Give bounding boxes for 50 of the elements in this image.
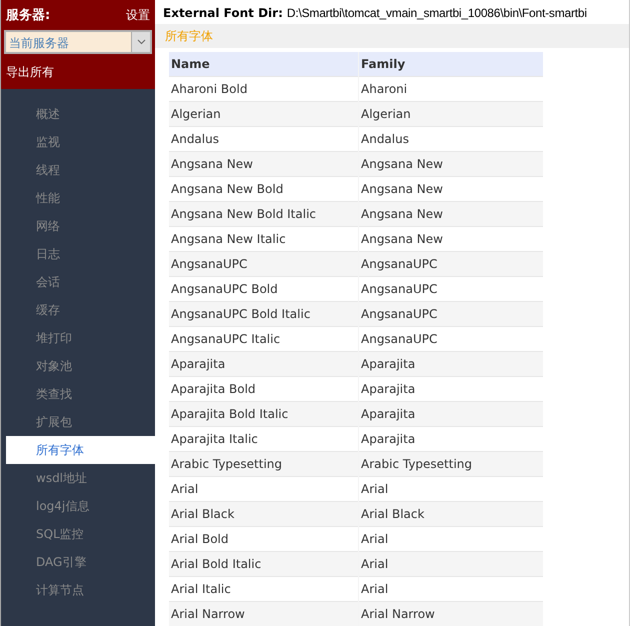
nav-item[interactable]: DAG引擎	[6, 548, 155, 576]
table-cell: Arial Black	[358, 502, 543, 526]
nav-item[interactable]: 监视	[6, 128, 155, 156]
table-cell: AngsanaUPC	[358, 302, 543, 326]
table-cell: Aparajita	[169, 352, 358, 376]
table-cell: AngsanaUPC	[169, 252, 358, 276]
nav-item[interactable]: 线程	[6, 156, 155, 184]
font-dir-label: External Font Dir:	[163, 6, 283, 20]
nav-item[interactable]: 会话	[6, 268, 155, 296]
table-cell: Algerian	[169, 102, 358, 126]
font-dir-path: D:\Smartbi\tomcat_vmain_smartbi_10086\bin\Font-smartbi	[286, 6, 587, 20]
table-cell: Aparajita Bold Italic	[169, 402, 358, 426]
nav-item[interactable]: 类查找	[6, 380, 155, 408]
nav-item[interactable]: 性能	[6, 184, 155, 212]
section-title: 所有字体	[155, 24, 629, 48]
nav-item[interactable]: 所有字体	[6, 436, 155, 464]
column-header: Name	[169, 52, 358, 76]
table-cell: Algerian	[358, 102, 543, 126]
table-cell: Arial Bold Italic	[169, 552, 358, 576]
nav-item[interactable]: SQL监控	[6, 520, 155, 548]
nav-item[interactable]: log4j信息	[6, 492, 155, 520]
nav-item[interactable]: 堆打印	[6, 324, 155, 352]
nav-item[interactable]: wsdl地址	[6, 464, 155, 492]
nav-item[interactable]: 概述	[6, 100, 155, 128]
table-cell: Arial Narrow	[358, 602, 543, 626]
table-cell: AngsanaUPC	[358, 252, 543, 276]
table-cell: Arabic Typesetting	[169, 452, 358, 476]
nav-item[interactable]: 扩展包	[6, 408, 155, 436]
nav-item[interactable]: 日志	[6, 240, 155, 268]
column-header: Family	[358, 52, 543, 76]
nav-item[interactable]: 缓存	[6, 296, 155, 324]
nav-item[interactable]: 计算节点	[6, 576, 155, 604]
server-select[interactable]: 当前服务器	[4, 30, 152, 54]
settings-link[interactable]: 设置	[126, 6, 150, 24]
nav-item[interactable]: 对象池	[6, 352, 155, 380]
table-cell: Arabic Typesetting	[358, 452, 543, 476]
table-cell: AngsanaUPC Bold Italic	[169, 302, 358, 326]
table-cell: Angsana New Bold Italic	[169, 202, 358, 226]
server-label: 服务器:	[6, 7, 50, 24]
nav-item[interactable]: 网络	[6, 212, 155, 240]
table-cell: Arial Narrow	[169, 602, 358, 626]
table-cell: Angsana New	[358, 152, 543, 176]
table-cell: Angsana New	[358, 202, 543, 226]
table-cell: Angsana New	[169, 152, 358, 176]
export-link[interactable]: 导出所有	[4, 60, 152, 83]
table-cell: Arial Black	[169, 502, 358, 526]
table-cell: Aparajita	[358, 352, 543, 376]
table-cell: Arial	[358, 552, 543, 576]
table-cell: Aparajita	[358, 402, 543, 426]
chevron-down-icon	[136, 39, 146, 45]
